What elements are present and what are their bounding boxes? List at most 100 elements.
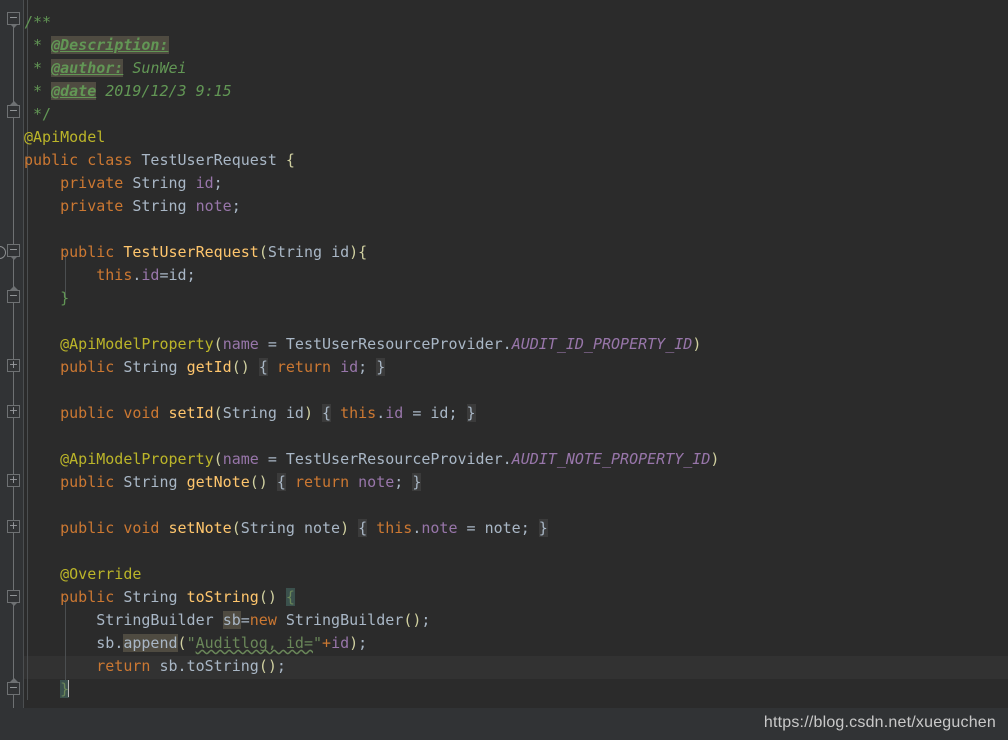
token-param-note: note <box>484 519 521 537</box>
token-param-id: id <box>285 404 304 422</box>
token-brace-chip: { <box>276 473 286 491</box>
code-line[interactable]: */ <box>24 103 51 126</box>
code-line[interactable]: @ApiModel <box>24 126 105 149</box>
token-param-id: id <box>331 243 350 261</box>
token-provider-class: TestUserResourceProvider <box>285 335 503 353</box>
token-keyword-void: void <box>123 404 160 422</box>
code-line[interactable]: * @author: SunWei <box>24 57 187 80</box>
token-anno-param-name: name <box>222 335 259 353</box>
token-method-getnote: getNote <box>186 473 250 491</box>
fold-marker-collapse[interactable]: − <box>7 286 20 303</box>
token-type-string: String <box>132 174 187 192</box>
code-text-area[interactable]: /** * @Description: * @author: SunWei * … <box>24 0 1008 740</box>
token-field-id: id <box>385 404 404 422</box>
token-field-id: id <box>141 266 160 284</box>
code-editor[interactable]: − − − − + + + + − − /** * @Description: … <box>0 0 1008 740</box>
token-annotation-apimodelproperty: @ApiModelProperty <box>60 450 214 468</box>
code-line[interactable]: @ApiModelProperty(name = TestUserResourc… <box>24 333 701 356</box>
token-annotation-apimodel: @ApiModel <box>24 128 106 146</box>
token-brace-chip: } <box>412 473 422 491</box>
token-param-id: id <box>168 266 187 284</box>
token-method-getid: getId <box>186 358 232 376</box>
token-constructor-name: TestUserRequest <box>123 243 259 261</box>
code-line[interactable]: public void setNote(String note) { this.… <box>24 517 548 540</box>
code-line[interactable]: sb.append("Auditlog, id="+id); <box>24 632 367 655</box>
fold-marker-collapse[interactable]: − <box>7 590 20 606</box>
token-date-value: 2019/12/3 9:15 <box>96 82 232 100</box>
token-keyword-public: public <box>60 358 115 376</box>
token-keyword-class: class <box>87 151 133 169</box>
code-line[interactable]: * @date 2019/12/3 9:15 <box>24 80 232 103</box>
token-var-sb: sb <box>96 634 115 652</box>
token-javadoc-open: /** <box>24 13 52 31</box>
token-keyword-public: public <box>60 404 115 422</box>
token-param-note: note <box>303 519 341 537</box>
code-line[interactable]: @ApiModelProperty(name = TestUserResourc… <box>24 448 719 471</box>
token-string-auditlog: Auditlog, id= <box>195 634 313 652</box>
code-line[interactable]: public void setId(String id) { this.id =… <box>24 402 476 425</box>
fold-marker-expand[interactable]: + <box>7 405 20 418</box>
fold-marker-collapse[interactable]: − <box>7 101 20 118</box>
token-tag-description: @Description: <box>51 36 169 54</box>
code-line[interactable]: private String note; <box>24 195 241 218</box>
token-annotation-override: @Override <box>60 565 142 583</box>
code-line[interactable]: return sb.toString(); <box>24 655 286 678</box>
token-method-tostring: toString <box>186 588 259 606</box>
token-keyword-private: private <box>60 174 124 192</box>
token-keyword-public: public <box>60 243 115 261</box>
token-field-id: id <box>331 634 350 652</box>
token-type-string: String <box>123 473 178 491</box>
token-field-note: note <box>195 197 232 215</box>
code-line[interactable]: public String getId() { return id; } <box>24 356 386 379</box>
token-param-id: id <box>430 404 449 422</box>
token-keyword-this: this <box>376 519 413 537</box>
fold-marker-expand[interactable]: + <box>7 520 20 533</box>
token-type-stringbuilder: StringBuilder <box>96 611 214 629</box>
code-line[interactable]: public TestUserRequest(String id){ <box>24 241 367 264</box>
token-brace-chip: { <box>358 519 368 537</box>
token-doc-star: * <box>24 59 52 77</box>
token-keyword-return: return <box>96 657 151 675</box>
token-keyword-public: public <box>24 151 79 169</box>
code-line[interactable]: /** <box>24 11 51 34</box>
code-line[interactable]: private String id; <box>24 172 223 195</box>
code-line[interactable]: this.id=id; <box>24 264 195 287</box>
code-line[interactable]: public String getNote() { return note; } <box>24 471 422 494</box>
code-line[interactable]: public String toString() { <box>24 586 295 609</box>
token-annotation-apimodelproperty: @ApiModelProperty <box>60 335 214 353</box>
token-brace-chip: } <box>538 519 548 537</box>
token-keyword-public: public <box>60 473 115 491</box>
token-method-tostring: toString <box>186 657 259 675</box>
token-brace-chip: { <box>322 404 332 422</box>
token-var-sb: sb <box>222 611 241 629</box>
fold-marker-collapse[interactable]: − <box>7 244 20 260</box>
code-line[interactable]: public class TestUserRequest { <box>24 149 295 172</box>
token-keyword-return: return <box>276 358 332 376</box>
fold-marker-expand[interactable]: + <box>7 474 20 487</box>
fold-marker-collapse[interactable]: − <box>7 12 20 28</box>
token-type-string: String <box>240 519 295 537</box>
code-line[interactable]: StringBuilder sb=new StringBuilder(); <box>24 609 430 632</box>
code-line[interactable]: } <box>24 287 69 310</box>
fold-marker-collapse[interactable]: − <box>7 678 20 695</box>
token-type-string: String <box>123 358 178 376</box>
token-method-setid: setId <box>168 404 214 422</box>
code-line[interactable]: @Override <box>24 563 141 586</box>
text-caret <box>68 680 70 697</box>
token-keyword-return: return <box>294 473 350 491</box>
code-line[interactable]: } <box>24 678 70 701</box>
token-keyword-void: void <box>123 519 160 537</box>
token-const-audit-note: AUDIT_NOTE_PROPERTY_ID <box>511 450 711 468</box>
token-keyword-public: public <box>60 588 115 606</box>
fold-marker-expand[interactable]: + <box>7 359 20 372</box>
token-method-setnote: setNote <box>168 519 232 537</box>
watermark-url: https://blog.csdn.net/xueguchen <box>763 714 996 731</box>
token-tag-author: @author: <box>51 59 124 77</box>
token-doc-star: * <box>24 36 52 54</box>
code-line[interactable]: * @Description: <box>24 34 169 57</box>
token-keyword-new: new <box>249 611 277 629</box>
watermark-bar: https://blog.csdn.net/xueguchen <box>0 708 1008 740</box>
token-anno-param-name: name <box>222 450 259 468</box>
fold-spine <box>13 118 14 252</box>
token-type-string: String <box>123 588 178 606</box>
